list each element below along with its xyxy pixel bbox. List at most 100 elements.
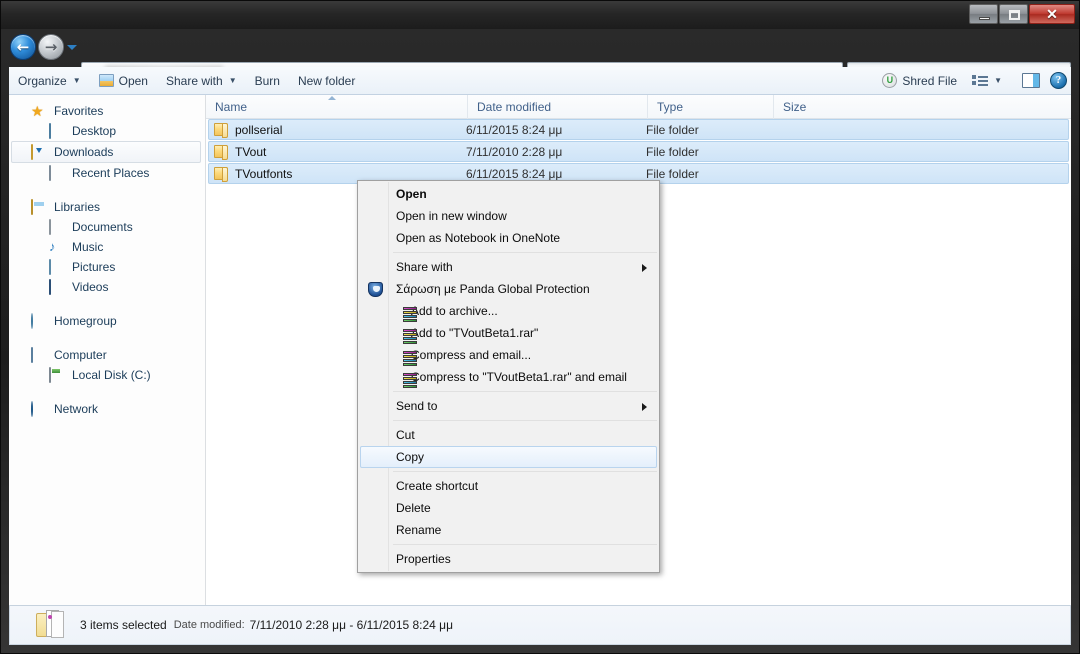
column-header-row: Name Date modified Type Size: [206, 95, 1071, 119]
shred-file-button[interactable]: U Shred File: [873, 70, 966, 92]
close-icon: ✕: [1030, 5, 1074, 23]
sidebar-item-documents[interactable]: Documents: [9, 217, 205, 237]
maximize-button[interactable]: [999, 4, 1028, 24]
file-name-label: pollserial: [235, 123, 282, 137]
back-button[interactable]: ←: [10, 34, 36, 60]
column-header-date-modified[interactable]: Date modified: [468, 95, 648, 119]
organize-label: Organize: [18, 74, 67, 88]
sidebar-header-favorites[interactable]: ★ Favorites: [9, 101, 205, 121]
sidebar-item-network[interactable]: Network: [9, 399, 205, 419]
column-header-name[interactable]: Name: [206, 95, 468, 119]
sidebar-item-videos[interactable]: Videos: [9, 277, 205, 297]
menu-item-add-to-rar[interactable]: Add to "TVoutBeta1.rar": [360, 322, 657, 344]
sort-ascending-icon: [328, 96, 336, 100]
folder-preview-icon: [36, 610, 66, 640]
window-controls: ✕: [969, 4, 1075, 24]
menu-separator: [393, 391, 657, 392]
organize-button[interactable]: Organize ▼: [9, 70, 90, 92]
menu-item-label: Cut: [396, 428, 415, 442]
menu-item-compress-and-email[interactable]: Compress and email...: [360, 344, 657, 366]
network-icon: [31, 402, 48, 417]
menu-item-properties[interactable]: Properties: [360, 548, 657, 570]
date-modified-label: Date modified:: [174, 619, 245, 631]
music-icon: ♪: [49, 240, 66, 255]
column-label: Type: [657, 100, 683, 114]
column-header-size[interactable]: Size: [774, 95, 854, 119]
menu-item-compress-to-rar-and-email[interactable]: Compress to "TVoutBeta1.rar" and email: [360, 366, 657, 388]
menu-separator: [393, 544, 657, 545]
chevron-down-icon: ▼: [994, 76, 1002, 85]
desktop-icon: [49, 124, 66, 139]
sidebar-label: Recent Places: [72, 166, 149, 180]
libraries-icon: [31, 200, 48, 215]
new-folder-button[interactable]: New folder: [289, 70, 364, 92]
menu-item-share-with[interactable]: Share with: [360, 256, 657, 278]
disk-icon: [49, 368, 66, 383]
sidebar-label: Downloads: [54, 145, 113, 159]
file-name-cell: TVoutfonts: [209, 167, 464, 181]
sidebar-item-computer[interactable]: Computer: [9, 345, 205, 365]
menu-separator: [393, 471, 657, 472]
menu-item-open-in-new-window[interactable]: Open in new window: [360, 205, 657, 227]
share-with-button[interactable]: Share with ▼: [157, 70, 246, 92]
close-button[interactable]: ✕: [1029, 4, 1075, 24]
sidebar-label: Pictures: [72, 260, 115, 274]
menu-separator: [393, 252, 657, 253]
back-arrow-icon: ←: [11, 35, 35, 59]
folder-icon: [214, 123, 228, 136]
help-icon[interactable]: ?: [1050, 72, 1067, 89]
star-icon: ★: [31, 104, 48, 119]
column-header-type[interactable]: Type: [648, 95, 774, 119]
menu-item-delete[interactable]: Delete: [360, 497, 657, 519]
sidebar-item-desktop[interactable]: Desktop: [9, 121, 205, 141]
file-name-label: TVout: [235, 145, 266, 159]
menu-item-panda-scan[interactable]: Σάρωση με Panda Global Protection: [360, 278, 657, 300]
sidebar-item-music[interactable]: ♪ Music: [9, 237, 205, 257]
sidebar-label: Desktop: [72, 124, 116, 138]
menu-item-cut[interactable]: Cut: [360, 424, 657, 446]
menu-item-send-to[interactable]: Send to: [360, 395, 657, 417]
change-view-button[interactable]: ▼: [966, 70, 1008, 92]
menu-item-label: Create shortcut: [396, 479, 478, 493]
forward-arrow-icon: →: [39, 35, 63, 59]
sidebar-label: Homegroup: [54, 314, 117, 328]
open-button[interactable]: Open: [90, 70, 157, 92]
table-row[interactable]: TVout 7/11/2010 2:28 μμ File folder: [208, 141, 1069, 162]
documents-icon: [49, 220, 66, 235]
menu-item-create-shortcut[interactable]: Create shortcut: [360, 475, 657, 497]
winrar-icon: [403, 373, 418, 388]
computer-icon: [31, 348, 48, 363]
sidebar-label: Computer: [54, 348, 107, 362]
minimize-button[interactable]: [969, 4, 998, 24]
menu-item-label: Properties: [396, 552, 451, 566]
recent-locations-chevron-down-icon[interactable]: [67, 45, 77, 50]
menu-item-label: Delete: [396, 501, 431, 515]
menu-item-copy[interactable]: Copy: [360, 446, 657, 468]
sidebar-item-recent-places[interactable]: Recent Places: [9, 163, 205, 183]
menu-item-add-to-archive[interactable]: Add to archive...: [360, 300, 657, 322]
menu-item-open-as-notebook-in-onenote[interactable]: Open as Notebook in OneNote: [360, 227, 657, 249]
burn-button[interactable]: Burn: [246, 70, 289, 92]
toolbar-right-group: U Shred File ▼ ?: [873, 70, 1071, 92]
table-row[interactable]: pollserial 6/11/2015 8:24 μμ File folder: [208, 119, 1069, 140]
burn-label: Burn: [255, 74, 280, 88]
selection-count-label: 3 items selected: [80, 618, 167, 632]
sidebar-label: Music: [72, 240, 103, 254]
winrar-icon: [403, 307, 418, 322]
sidebar-item-homegroup[interactable]: Homegroup: [9, 311, 205, 331]
sidebar-header-libraries[interactable]: Libraries: [9, 197, 205, 217]
submenu-arrow-icon: [642, 403, 647, 411]
show-preview-pane-icon[interactable]: [1022, 73, 1040, 88]
open-folder-icon: [99, 74, 114, 87]
sidebar-item-pictures[interactable]: Pictures: [9, 257, 205, 277]
sidebar-item-local-disk-c[interactable]: Local Disk (C:): [9, 365, 205, 385]
title-bar: ✕: [1, 1, 1079, 29]
forward-button[interactable]: →: [38, 34, 64, 60]
menu-item-rename[interactable]: Rename: [360, 519, 657, 541]
menu-item-open[interactable]: Open: [360, 183, 657, 205]
sidebar-item-downloads[interactable]: Downloads: [11, 141, 201, 163]
sidebar-label: Local Disk (C:): [72, 368, 151, 382]
menu-item-label: Compress to "TVoutBeta1.rar" and email: [411, 370, 627, 384]
menu-item-label: Share with: [396, 260, 453, 274]
homegroup-icon: [31, 314, 48, 329]
